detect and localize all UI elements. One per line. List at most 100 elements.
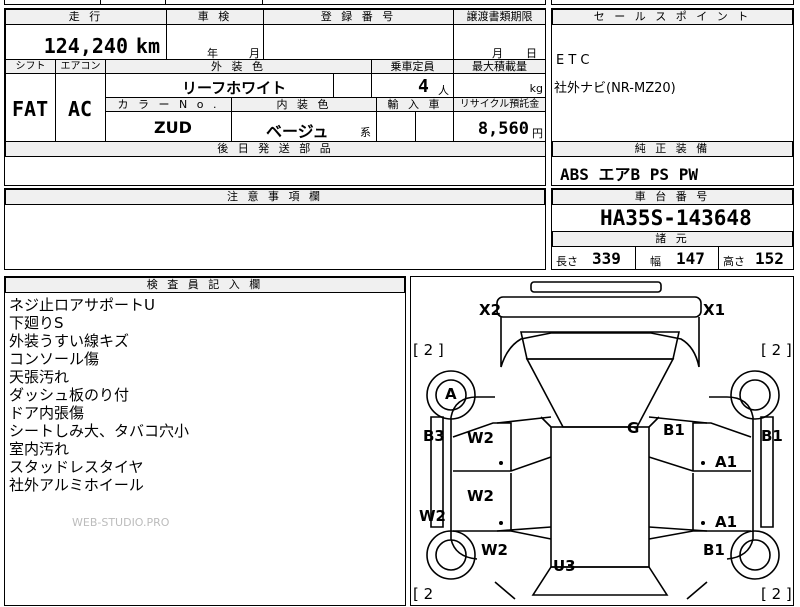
inspector-note: ネジ止ロアサポートU <box>9 296 155 314</box>
inspector-note: 社外アルミホイール <box>9 476 144 494</box>
front-bumper <box>496 296 702 318</box>
mark-w2-a: W2 <box>467 429 494 447</box>
tire-front-right <box>730 370 780 420</box>
left-sill <box>496 416 552 532</box>
height-value: 152 <box>755 249 784 268</box>
aircon-value: AC <box>68 97 93 121</box>
mark-x2: X2 <box>479 301 501 319</box>
mark-b1-right: B1 <box>761 427 783 445</box>
inspector-note: 外装うすい線キズ <box>9 332 130 350</box>
max-load-cell: kg <box>453 73 546 98</box>
interior-color-header: 内 装 色 <box>231 97 377 112</box>
width-value: 147 <box>676 249 705 268</box>
transfer-deadline-cell: 月 日 <box>453 24 546 60</box>
capacity-unit: 人 <box>438 84 449 97</box>
aircon-cell: AC <box>55 73 106 142</box>
interior-color-value: ベージュ <box>266 122 329 141</box>
interior-color-suffix: 系 <box>360 126 371 139</box>
oem-equipment-header: 純 正 装 備 <box>552 141 793 157</box>
rear-bumper <box>494 581 708 600</box>
mark-a1-bottom: A1 <box>715 513 737 531</box>
inspector-notes-list: ネジ止ロアサポートU 下廻りS 外装うすい線キズ コンソール傷 天張汚れ ダッシ… <box>9 296 189 494</box>
watermark: WEB-STUDIO.PRO <box>72 516 170 529</box>
car-diagram-box: X2 X1 [ 2 ] [ 2 ] A B3 W2 G B1 B1 A1 W2 … <box>410 276 794 606</box>
door-handle <box>499 461 503 465</box>
roof-outline <box>550 426 650 568</box>
later-parts-cell <box>5 156 546 186</box>
transfer-day: 日 <box>526 47 537 60</box>
main-info-grid: 走 行 車 検 登 録 番 号 譲渡書類期限 124,240 km 年 月 月 … <box>4 8 546 186</box>
mark-b1-side: B1 <box>663 421 685 439</box>
mileage-cell: 124,240 km <box>5 24 167 60</box>
transfer-month: 月 <box>492 47 503 60</box>
capacity-cell: 4 人 <box>371 73 454 98</box>
recycle-header: リサイクル預託金 <box>453 97 546 112</box>
recycle-value: 8,560 <box>477 119 529 139</box>
inspector-header: 検 査 員 記 入 欄 <box>5 277 405 293</box>
car-diagram: X2 X1 [ 2 ] [ 2 ] A B3 W2 G B1 B1 A1 W2 … <box>413 281 792 603</box>
mark-u3: U3 <box>553 557 576 575</box>
sales-point-box: セ ー ル ス ポ イ ン ト E T C 社外ナビ(NR-MZ20) 純 正 … <box>551 8 794 186</box>
left-rear-door <box>453 473 552 540</box>
chassis-header: 車 台 番 号 <box>552 189 793 205</box>
inspector-note: 室内汚れ <box>9 440 70 458</box>
color-no-header: カ ラ ー N o . <box>105 97 232 112</box>
width-label: 幅 <box>650 255 661 268</box>
oem-equipment-value: ABS エアB PS PW <box>560 165 698 184</box>
length-value: 339 <box>592 249 621 268</box>
tire-rear-right <box>730 530 780 580</box>
inspector-note: 天張汚れ <box>9 368 70 386</box>
recycle-unit: 円 <box>532 127 543 140</box>
mark-tire-bl: [ 2 <box>413 585 433 603</box>
color-no-cell: ZUD <box>105 111 232 142</box>
interior-color-cell: ベージュ 系 <box>231 111 377 142</box>
max-load-header: 最大積載量 <box>453 59 546 74</box>
import-cell-a <box>376 111 416 142</box>
mark-x1: X1 <box>703 301 725 319</box>
inspector-box: 検 査 員 記 入 欄 ネジ止ロアサポートU 下廻りS 外装うすい線キズ コンソ… <box>4 276 406 606</box>
door-handle <box>499 521 503 525</box>
color-no-value: ZUD <box>154 118 192 137</box>
inspection-month: 月 <box>249 47 260 60</box>
exterior-color-header: 外 装 色 <box>105 59 372 74</box>
mark-w2-b: W2 <box>467 487 494 505</box>
shift-header: シフト <box>5 59 56 74</box>
mark-a1-top: A1 <box>715 453 737 471</box>
hood-outline <box>520 331 680 360</box>
inspection-year: 年 <box>207 47 218 60</box>
shift-value: FAT <box>12 97 49 121</box>
sales-point-header: セ ー ル ス ポ イ ン ト <box>552 9 793 25</box>
dimensions-header: 諸 元 <box>552 231 793 247</box>
inspection-cell: 年 月 <box>166 24 264 60</box>
mark-g: G <box>627 419 639 437</box>
mark-w2-d: W2 <box>481 541 508 559</box>
inspector-note: スタッドレスタイヤ <box>9 458 144 476</box>
capacity-header: 乗車定員 <box>371 59 454 74</box>
mileage-value: 124,240 <box>43 34 128 58</box>
door-handle <box>701 461 705 465</box>
mark-tire-br: [ 2 ] <box>761 585 792 603</box>
max-load-unit: kg <box>529 82 543 95</box>
shift-cell: FAT <box>5 73 56 142</box>
door-handle <box>701 521 705 525</box>
import-header: 輸 入 車 <box>376 97 454 112</box>
front-bumper-part <box>530 281 662 293</box>
mark-tire-tl: [ 2 ] <box>413 341 444 359</box>
left-body-side <box>450 396 495 560</box>
inspector-note: ドア内張傷 <box>9 404 85 422</box>
inspector-note: コンソール傷 <box>9 350 100 368</box>
exterior-color-value: リーフホワイト <box>182 79 287 97</box>
width-cell: 幅 147 <box>635 246 719 270</box>
mark-a: A <box>445 385 457 403</box>
length-cell: 長さ 339 <box>552 246 636 270</box>
transfer-deadline-header: 譲渡書類期限 <box>453 9 546 25</box>
sales-point-item-1: E T C <box>556 53 590 68</box>
mark-w2-c: W2 <box>419 507 446 525</box>
right-body-side <box>709 396 754 560</box>
exterior-color-cell: リーフホワイト <box>105 73 334 98</box>
notes-box: 注 意 事 項 欄 <box>4 188 546 270</box>
length-label: 長さ <box>556 255 578 268</box>
notes-header: 注 意 事 項 欄 <box>5 189 545 205</box>
recycle-cell: 8,560 円 <box>453 111 546 142</box>
registration-header: 登 録 番 号 <box>263 9 454 25</box>
